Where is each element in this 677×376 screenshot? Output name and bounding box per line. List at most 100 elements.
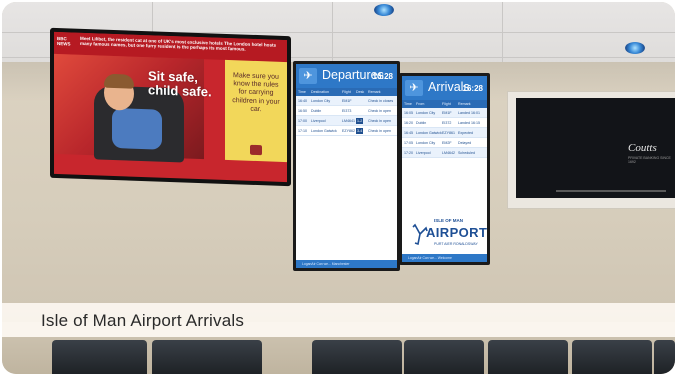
isle-of-man-airport-logo: ISLE OF MAN AIRPORT PURT AIER RONALDSWAY — [412, 216, 487, 256]
row-flight: EM1F — [442, 111, 452, 115]
waiting-seat — [52, 340, 147, 374]
table-row: 16:50 Dublin EI373 Check in open — [296, 106, 397, 116]
table-row: 17:00 Liverpool LM4641 1-2 Check in open — [296, 116, 397, 126]
ad-side-panel: Make sure you know the rules for carryin… — [225, 59, 287, 163]
logo-big-text: AIRPORT — [426, 225, 487, 240]
departures-screen: ✈ Departures 16:28 Time Destination Flig… — [296, 64, 397, 268]
row-remark: Check in open — [368, 109, 391, 113]
row-time: 16:45 — [404, 131, 413, 135]
row-destination: Liverpool — [311, 119, 326, 123]
ad-main-text: Sit safe, child safe. — [148, 68, 212, 100]
arrivals-columns: Time From Flight Remark — [402, 100, 487, 108]
advert-content: Meet Lilibet, the resident cat at one of… — [54, 31, 287, 183]
logo-small-text: ISLE OF MAN — [434, 218, 463, 223]
row-remark: Expected — [458, 131, 473, 135]
row-remark: Scheduled — [458, 151, 475, 155]
arrivals-screen: ✈ Arrivals 16:28 Time From Flight Remark… — [402, 76, 487, 262]
row-time: 17:00 — [298, 119, 307, 123]
row-time: 16:40 — [298, 99, 307, 103]
photo-frame: Meet Lilibet, the resident cat at one of… — [2, 2, 675, 374]
table-row: 16:45 London Gatwick EZY861 Expected — [402, 128, 487, 138]
table-row: 16:05 London City EM1F Landed 16:01 — [402, 108, 487, 118]
row-remark: Check in open — [368, 129, 391, 133]
waiting-seat — [654, 340, 675, 374]
row-time: 16:50 — [298, 109, 307, 113]
waiting-seat — [572, 340, 652, 374]
waiting-seat — [404, 340, 484, 374]
col-flight: Flight — [442, 102, 451, 106]
row-flight: EI373 — [342, 109, 352, 113]
arrivals-board: ✈ Arrivals 16:28 Time From Flight Remark… — [399, 73, 490, 265]
departures-footer: LoganAir Can we... Manchester — [296, 260, 397, 268]
plane-arrival-icon: ✈ — [405, 80, 423, 96]
col-destination: Destination — [311, 90, 329, 94]
row-time: 16:20 — [404, 121, 413, 125]
ceiling-light — [374, 4, 394, 16]
col-time: Time — [298, 90, 306, 94]
row-time: 16:05 — [404, 111, 413, 115]
departures-rows: 16:40 London City EM1F Check in closes 1… — [296, 96, 397, 136]
row-destination: London Gatwick — [311, 129, 337, 133]
table-row: 17:10 London Gatwick EZY862 3-4 Check in… — [296, 126, 397, 136]
coutts-logo: Coutts — [628, 142, 657, 154]
advert-screen: Meet Lilibet, the resident cat at one of… — [50, 27, 291, 187]
ad-side-text: Make sure you know the rules for carryin… — [232, 72, 280, 113]
arrivals-footer: LoganAir Can we... Welcome — [402, 254, 487, 262]
table-row: 17:05 London City EM2F Delayed — [402, 138, 487, 148]
logo-sub-text: PURT AIER RONALDSWAY — [434, 242, 478, 246]
caption-text: Isle of Man Airport Arrivals — [41, 311, 245, 330]
row-flight: EM1F — [342, 99, 352, 103]
arrivals-clock: 16:28 — [462, 84, 483, 93]
caption-band: Isle of Man Airport Arrivals — [2, 303, 675, 337]
col-time: Time — [404, 102, 412, 106]
row-remark: Delayed — [458, 141, 472, 145]
ceiling-light — [625, 42, 645, 54]
departures-board: ✈ Departures 16:28 Time Destination Flig… — [293, 61, 400, 271]
table-row: 16:20 Dublin EI372 Landed 16:15 — [402, 118, 487, 128]
row-from: Dublin — [416, 121, 427, 125]
plane-departure-icon: ✈ — [299, 68, 317, 84]
row-desk: 1-2 — [356, 118, 364, 124]
child-figure — [112, 107, 162, 150]
row-flight: LM4642 — [442, 151, 455, 155]
row-remark: Landed 16:01 — [458, 111, 480, 115]
row-remark: Landed 16:15 — [458, 121, 480, 125]
waiting-seat — [152, 340, 262, 374]
arrivals-rows: 16:05 London City EM1F Landed 16:01 16:2… — [402, 108, 487, 158]
bbc-news-logo: BBC NEWS — [57, 36, 71, 47]
row-from: London City — [416, 141, 436, 145]
table-row: 17:20 Liverpool LM4642 Scheduled — [402, 148, 487, 158]
row-from: Liverpool — [416, 151, 431, 155]
row-from: London Gatwick — [416, 131, 442, 135]
crest-icon — [250, 144, 262, 156]
coutts-screen: Coutts PRIVATE BANKING SINCE 1692 — [516, 98, 675, 198]
row-remark: Check in open — [368, 119, 391, 123]
coutts-display: Coutts PRIVATE BANKING SINCE 1692 — [507, 91, 675, 209]
waiting-seat — [312, 340, 402, 374]
row-flight: EZY862 — [342, 129, 355, 133]
waiting-seat — [488, 340, 568, 374]
coutts-subtitle: PRIVATE BANKING SINCE 1692 — [628, 156, 671, 164]
departures-header: ✈ Departures 16:28 — [296, 64, 397, 88]
col-flight: Flight — [342, 90, 351, 94]
row-time: 17:10 — [298, 129, 307, 133]
arrivals-header: ✈ Arrivals 16:28 — [402, 76, 487, 100]
col-remark: Remark — [458, 102, 471, 106]
row-time: 17:20 — [404, 151, 413, 155]
row-remark: Check in closes — [368, 99, 394, 103]
row-time: 17:05 — [404, 141, 413, 145]
row-flight: LM4641 — [342, 119, 355, 123]
row-flight: EM2F — [442, 141, 452, 145]
departures-columns: Time Destination Flight Desk Remark — [296, 88, 397, 96]
departures-clock: 16:28 — [372, 72, 393, 81]
row-flight: EZY861 — [442, 131, 455, 135]
row-from: London City — [416, 111, 436, 115]
row-destination: London City — [311, 99, 331, 103]
row-desk: 3-4 — [356, 128, 364, 134]
col-remark: Remark — [368, 90, 381, 94]
child-hair — [104, 73, 134, 89]
coutts-divider — [556, 190, 666, 192]
col-from: From — [416, 102, 425, 106]
row-flight: EI372 — [442, 121, 452, 125]
row-destination: Dublin — [311, 109, 322, 113]
